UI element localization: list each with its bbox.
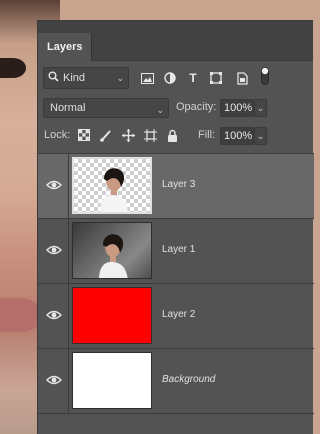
row-separator xyxy=(68,154,69,218)
chevron-down-icon: ⌄ xyxy=(116,73,124,83)
type-filter-icon[interactable]: T xyxy=(186,71,200,85)
layer-thumbnail[interactable] xyxy=(72,222,152,279)
layer-row-layer-3[interactable]: Layer 3 xyxy=(38,154,314,219)
filter-row: Kind ⌄ T xyxy=(38,67,314,91)
canvas-lip-detail xyxy=(0,298,42,332)
lock-position-icon[interactable] xyxy=(120,127,136,143)
row-separator xyxy=(68,349,69,413)
layer-name[interactable]: Layer 2 xyxy=(162,309,195,320)
blend-row: Normal ⌄ Opacity: 100% ⌄ xyxy=(38,98,314,118)
shape-filter-icon[interactable] xyxy=(209,71,223,85)
layer-row-layer-2[interactable]: Layer 2 xyxy=(38,284,314,349)
blend-mode-select[interactable]: Normal ⌄ xyxy=(43,98,169,118)
layer-thumbnail[interactable] xyxy=(72,352,152,409)
lock-artboard-icon[interactable] xyxy=(142,127,158,143)
kind-filter-select[interactable]: Kind ⌄ xyxy=(43,67,129,89)
row-separator xyxy=(68,284,69,348)
canvas-eye-detail xyxy=(0,58,26,78)
lock-row: Lock: Fill: 100% ⌄ xyxy=(38,126,314,146)
panel-tabbar: Layers xyxy=(38,21,313,61)
fill-dropdown-button[interactable]: ⌄ xyxy=(254,127,267,145)
adjustment-filter-icon[interactable] xyxy=(163,71,177,85)
portrait-thumbnail-icon xyxy=(100,168,128,212)
layer-name[interactable]: Layer 1 xyxy=(162,244,195,255)
image-filter-icon[interactable] xyxy=(140,71,154,85)
chevron-down-icon: ⌄ xyxy=(156,105,164,115)
layer-thumbnail[interactable] xyxy=(72,287,152,344)
opacity-label: Opacity: xyxy=(176,101,217,113)
row-separator xyxy=(68,219,69,283)
search-icon xyxy=(48,71,59,85)
opacity-dropdown-button[interactable]: ⌄ xyxy=(254,99,267,117)
fill-field[interactable]: 100% xyxy=(220,127,254,145)
tab-layers[interactable]: Layers xyxy=(38,33,93,61)
lock-transparent-pixels-icon[interactable] xyxy=(76,127,92,143)
layer-name[interactable]: Background xyxy=(162,374,215,385)
layer-thumbnail[interactable] xyxy=(72,157,152,214)
fill-label: Fill: xyxy=(198,129,216,141)
filter-toggle-icon[interactable] xyxy=(258,67,272,85)
opacity-field[interactable]: 100% xyxy=(220,99,254,117)
layer-row-layer-1[interactable]: Layer 1 xyxy=(38,219,314,284)
lock-all-icon[interactable] xyxy=(164,127,180,143)
lock-label: Lock: xyxy=(44,129,71,141)
layers-panel: Layers Kind ⌄ T Normal ⌄ Opacity: 100% ⌄… xyxy=(37,20,314,434)
lock-image-pixels-icon[interactable] xyxy=(98,127,114,143)
blend-mode-value: Normal xyxy=(50,102,86,114)
visibility-eye-icon[interactable] xyxy=(46,244,62,256)
layer-name[interactable]: Layer 3 xyxy=(162,179,195,190)
kind-filter-label: Kind xyxy=(63,72,86,84)
layers-list: Layer 3 Layer 1 Layer 2 Background xyxy=(38,154,314,414)
layer-row-background[interactable]: Background xyxy=(38,349,314,414)
visibility-eye-icon[interactable] xyxy=(46,179,62,191)
visibility-eye-icon[interactable] xyxy=(46,309,62,321)
visibility-eye-icon[interactable] xyxy=(46,374,62,386)
portrait-thumbnail-icon xyxy=(99,234,128,278)
smart-object-filter-icon[interactable] xyxy=(235,71,249,85)
